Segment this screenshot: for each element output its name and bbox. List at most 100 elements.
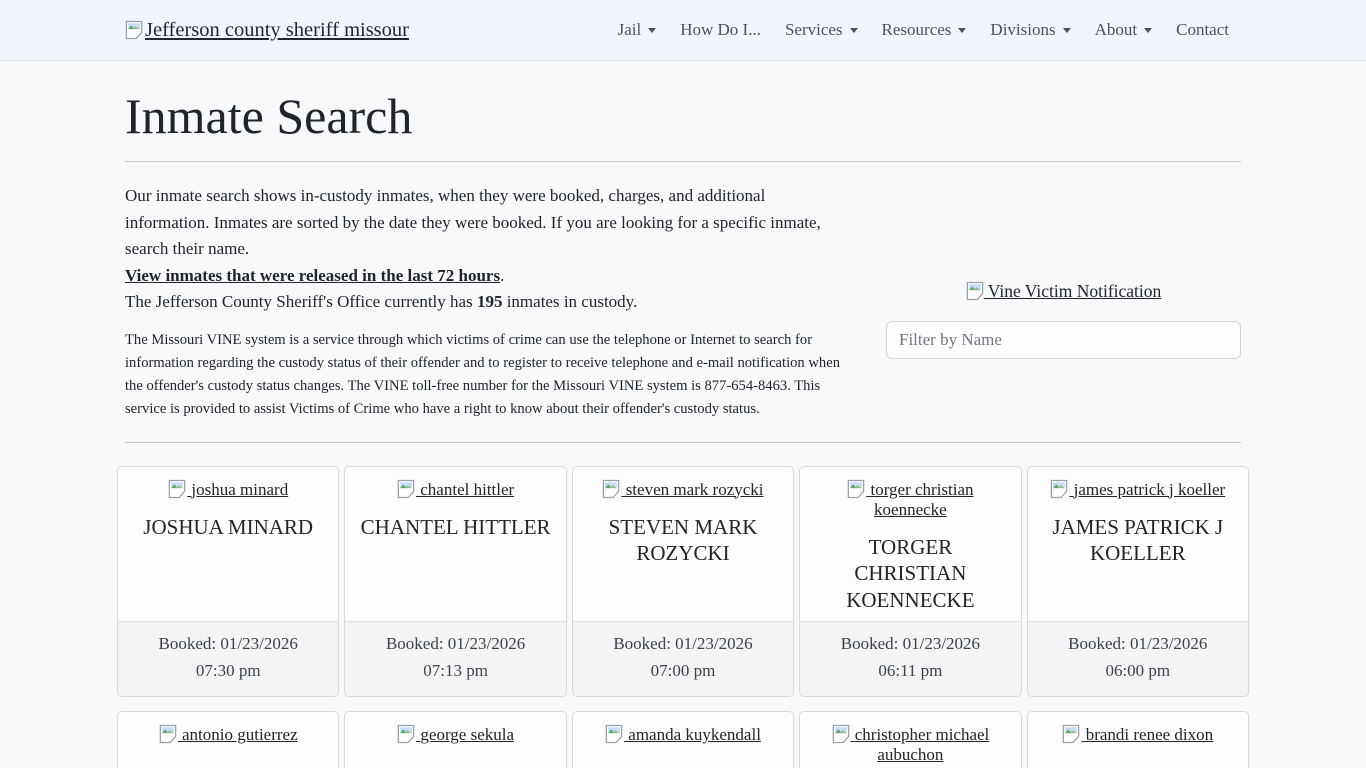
navbar: Jefferson county sheriff missour Jail Ho…	[0, 0, 1366, 61]
released-suffix: .	[500, 266, 504, 285]
brand-link[interactable]: Jefferson county sheriff missour	[125, 19, 409, 42]
caret-down-icon	[1144, 28, 1152, 33]
broken-image-icon	[832, 724, 850, 744]
caret-down-icon	[958, 28, 966, 33]
inmate-photo-link[interactable]: steven mark rozycki	[602, 480, 763, 499]
inmate-photo-link[interactable]: joshua minard	[168, 480, 288, 499]
nav-item: Contact	[1164, 12, 1241, 48]
broken-image-icon	[966, 281, 984, 301]
inmate-card: antonio gutierrez	[117, 711, 339, 768]
booking-info: Booked: 01/23/2026 07:30 pm	[118, 621, 338, 696]
inmate-cards-grid: joshua minard JOSHUA MINARD Booked: 01/2…	[117, 466, 1249, 768]
inmate-card-body: amanda kuykendall	[573, 712, 793, 768]
released-line: View inmates that were released in the l…	[125, 263, 846, 290]
inmate-photo-alt: joshua minard	[191, 480, 288, 499]
booking-info: Booked: 01/23/2026 06:00 pm	[1028, 621, 1248, 696]
released-inmates-link[interactable]: View inmates that were released in the l…	[125, 266, 500, 285]
caret-down-icon	[850, 28, 858, 33]
nav-item-contact[interactable]: Contact	[1168, 12, 1237, 48]
inmate-card: chantel hittler CHANTEL HITTLER Booked: …	[344, 466, 566, 698]
inmate-card-body: brandi renee dixon	[1028, 712, 1248, 768]
booked-time: 07:13 pm	[355, 658, 555, 685]
booking-info: Booked: 01/23/2026 07:13 pm	[345, 621, 565, 696]
inmate-name: CHANTEL HITTLER	[355, 514, 555, 541]
inmate-card-body: christopher michael aubuchon	[800, 712, 1020, 768]
inmate-card: george sekula	[344, 711, 566, 768]
inmate-card: christopher michael aubuchon	[799, 711, 1021, 768]
nav-item: Divisions	[978, 12, 1082, 48]
title-divider	[125, 161, 1241, 162]
nav-item-label: Contact	[1176, 20, 1229, 39]
inmate-card: steven mark rozycki STEVEN MARK ROZYCKI …	[572, 466, 794, 698]
booked-time: 06:11 pm	[810, 658, 1010, 685]
booked-date: Booked: 01/23/2026	[355, 631, 555, 658]
nav-item-label: How Do I...	[680, 20, 761, 39]
nav-item-services[interactable]: Services	[777, 12, 866, 48]
cards-divider	[125, 442, 1241, 443]
inmate-card-body: steven mark rozycki STEVEN MARK ROZYCKI	[573, 467, 793, 622]
caret-down-icon	[648, 28, 656, 33]
inmate-photo-alt: torger christian koennecke	[870, 480, 973, 519]
booked-date: Booked: 01/23/2026	[583, 631, 783, 658]
nav-item-label: About	[1095, 20, 1138, 39]
filter-by-name-input[interactable]	[886, 321, 1241, 359]
nav-item-jail[interactable]: Jail	[610, 12, 665, 48]
nav-item-label: Jail	[618, 20, 642, 39]
caret-down-icon	[1063, 28, 1071, 33]
inmate-photo-link[interactable]: chantel hittler	[397, 480, 514, 499]
booking-info: Booked: 01/23/2026 06:11 pm	[800, 621, 1020, 696]
nav-item-how-do-i[interactable]: How Do I...	[672, 12, 769, 48]
inmate-photo-alt: brandi renee dixon	[1086, 725, 1213, 744]
inmate-photo-alt: george sekula	[420, 725, 514, 744]
booked-date: Booked: 01/23/2026	[810, 631, 1010, 658]
nav-menu: Jail How Do I... Services Resources Divi…	[606, 12, 1241, 48]
inmate-card: brandi renee dixon	[1027, 711, 1249, 768]
inmate-name: JAMES PATRICK J KOELLER	[1038, 514, 1238, 567]
broken-image-icon	[125, 20, 143, 40]
custody-suffix: inmates in custody.	[502, 292, 637, 311]
inmate-photo-link[interactable]: george sekula	[397, 725, 514, 744]
inmate-name: TORGER CHRISTIAN KOENNECKE	[810, 534, 1010, 614]
page-title: Inmate Search	[125, 87, 1241, 145]
intro-paragraph: Our inmate search shows in-custody inmat…	[125, 183, 846, 263]
booked-time: 07:00 pm	[583, 658, 783, 685]
inmate-photo-link[interactable]: christopher michael aubuchon	[832, 725, 990, 764]
broken-image-icon	[1050, 479, 1068, 499]
brand-text: Jefferson county sheriff missour	[145, 19, 409, 42]
inmate-card: torger christian koennecke TORGER CHRIST…	[799, 466, 1021, 698]
broken-image-icon	[602, 479, 620, 499]
booking-info: Booked: 01/23/2026 07:00 pm	[573, 621, 793, 696]
inmate-photo-link[interactable]: torger christian koennecke	[847, 480, 973, 519]
nav-item-label: Resources	[882, 20, 952, 39]
sidebar-column: Vine Victim Notification	[870, 183, 1241, 421]
broken-image-icon	[397, 724, 415, 744]
inmate-photo-link[interactable]: brandi renee dixon	[1062, 725, 1213, 744]
broken-image-icon	[397, 479, 415, 499]
inmate-photo-link[interactable]: antonio gutierrez	[159, 725, 298, 744]
nav-item-divisions[interactable]: Divisions	[982, 12, 1078, 48]
inmate-name: STEVEN MARK ROZYCKI	[583, 514, 783, 567]
inmate-card: joshua minard JOSHUA MINARD Booked: 01/2…	[117, 466, 339, 698]
inmate-photo-link[interactable]: amanda kuykendall	[605, 725, 761, 744]
inmate-count: 195	[477, 292, 503, 311]
inmate-card-body: antonio gutierrez	[118, 712, 338, 768]
nav-item-label: Divisions	[990, 20, 1055, 39]
nav-item: Services	[773, 12, 870, 48]
inmate-card: amanda kuykendall	[572, 711, 794, 768]
broken-image-icon	[847, 479, 865, 499]
nav-item: About	[1083, 12, 1165, 48]
inmate-card: james patrick j koeller JAMES PATRICK J …	[1027, 466, 1249, 698]
booked-time: 06:00 pm	[1038, 658, 1238, 685]
inmate-photo-alt: steven mark rozycki	[626, 480, 764, 499]
nav-item-about[interactable]: About	[1087, 12, 1161, 48]
vine-notification-link[interactable]: Vine Victim Notification	[966, 281, 1162, 301]
vine-paragraph: The Missouri VINE system is a service th…	[125, 329, 846, 421]
inmate-name: JOSHUA MINARD	[128, 514, 328, 541]
inmate-card-body: james patrick j koeller JAMES PATRICK J …	[1028, 467, 1248, 622]
nav-item-resources[interactable]: Resources	[874, 12, 975, 48]
inmate-card-body: chantel hittler CHANTEL HITTLER	[345, 467, 565, 622]
inmate-photo-link[interactable]: james patrick j koeller	[1050, 480, 1225, 499]
inmate-card-body: george sekula	[345, 712, 565, 768]
nav-item-label: Services	[785, 20, 843, 39]
inmate-photo-alt: christopher michael aubuchon	[855, 725, 990, 764]
